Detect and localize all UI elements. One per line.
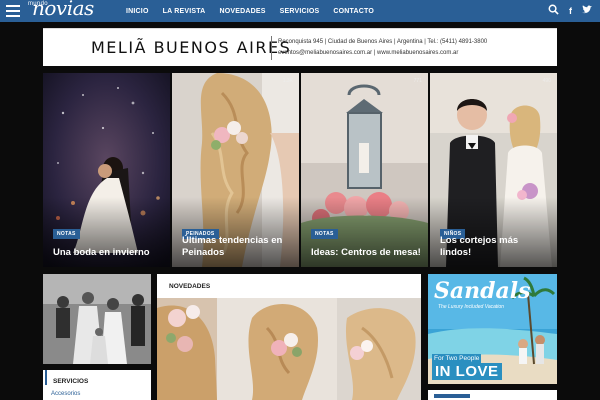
- view-count: 1.3K: [282, 78, 293, 84]
- servicios-title: SERVICIOS: [45, 370, 151, 385]
- nav-item-contacto[interactable]: CONTACTO: [333, 8, 374, 15]
- servicios-link-accesorios[interactable]: Accesorios: [43, 385, 151, 397]
- facebook-icon[interactable]: f: [569, 5, 572, 17]
- servicios-widget: SERVICIOS Accesorios: [43, 370, 151, 400]
- twitter-icon[interactable]: [582, 5, 592, 17]
- page: mundo novias INICIO LA REVISTA NOVEDADES…: [0, 0, 600, 400]
- nav-item-la-revista[interactable]: LA REVISTA: [163, 8, 206, 15]
- nav-item-servicios[interactable]: SERVICIOS: [280, 8, 320, 15]
- featured-article-4[interactable]: 490 NIÑOS Los cortejos más lindos!: [430, 73, 557, 267]
- braided-hair-photo: [157, 298, 421, 400]
- sandals-tagline: The Luxury Included Vacation: [438, 304, 504, 310]
- view-count: 490: [542, 78, 551, 84]
- novedades-section: NOVEDADES: [157, 274, 421, 400]
- bw-wedding-photo: [43, 274, 151, 364]
- banner-hotel-name: MELIÃ BUENOS AIRES: [91, 38, 292, 57]
- novedades-title: NOVEDADES: [169, 283, 211, 290]
- banner-divider: [271, 36, 272, 60]
- category-badge[interactable]: NOTAS: [53, 229, 80, 239]
- featured-article-3[interactable]: 771 NOTAS Ideas: Centros de mesa!: [301, 73, 428, 267]
- search-icon[interactable]: [548, 4, 559, 18]
- widget-title-bar: [434, 394, 470, 398]
- article-title[interactable]: Últimas tendencias en Peinados: [182, 235, 293, 259]
- nav-item-novedades[interactable]: NOVEDADES: [219, 8, 265, 15]
- banner-web: eventos@meliabuenosaires.com.ar | www.me…: [278, 50, 459, 56]
- ad-sandals[interactable]: Sandals The Luxury Included Vacation For…: [428, 274, 557, 384]
- banner-contact-info: Reconquista 945 | Ciudad de Buenos Aires…: [278, 37, 487, 59]
- category-badge[interactable]: NOTAS: [311, 229, 338, 239]
- featured-article-1[interactable]: NOTAS Una boda en invierno: [43, 73, 170, 267]
- view-count: 771: [413, 78, 422, 84]
- article-title[interactable]: Ideas: Centros de mesa!: [311, 247, 422, 259]
- main-nav: INICIO LA REVISTA NOVEDADES SERVICIOS CO…: [126, 0, 374, 22]
- ad-headline-line1: For Two People: [432, 354, 482, 363]
- article-title[interactable]: Una boda en invierno: [53, 247, 164, 259]
- hamburger-menu-icon[interactable]: [6, 5, 20, 17]
- ad-headline-line2: IN LOVE: [432, 363, 502, 380]
- article-title[interactable]: Los cortejos más lindos!: [440, 235, 551, 259]
- featured-article-2[interactable]: 1.3K PEINADOS Últimas tendencias en Pein…: [172, 73, 299, 267]
- ad-banner-melia[interactable]: MELIÃ BUENOS AIRES Reconquista 945 | Ciu…: [43, 28, 557, 66]
- sidebar-photo[interactable]: [43, 274, 151, 364]
- header-icons: f: [548, 4, 592, 18]
- banner-address: Reconquista 945 | Ciudad de Buenos Aires…: [278, 39, 488, 45]
- nav-item-inicio[interactable]: INICIO: [126, 8, 149, 15]
- novedades-featured-image[interactable]: [157, 298, 421, 400]
- logo-text: novias: [32, 0, 94, 20]
- top-navbar: mundo novias INICIO LA REVISTA NOVEDADES…: [0, 0, 600, 22]
- sandals-logo: Sandals: [434, 278, 531, 304]
- sidebar-widget-right: [428, 390, 557, 400]
